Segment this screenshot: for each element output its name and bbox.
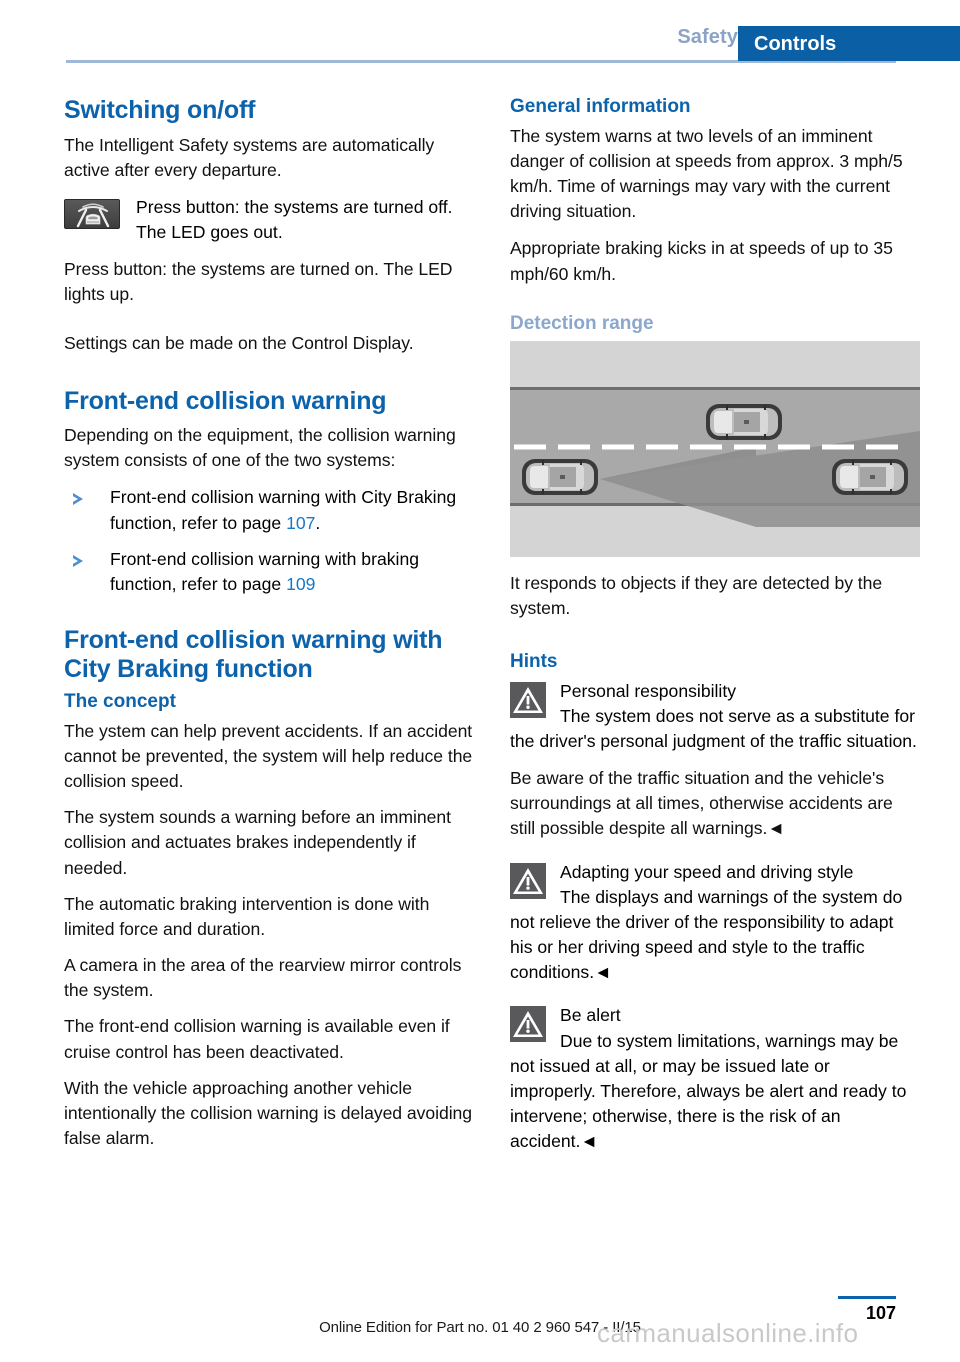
paragraph-concept-3: The automatic braking intervention is do…: [64, 893, 430, 939]
list-item: Front-end collision warning with braking…: [64, 547, 474, 597]
warning-title: Adapting your speed and driving style: [560, 861, 854, 882]
collision-warning-systems-list: Front-end collision warning with City Br…: [64, 485, 474, 597]
page-reference-link[interactable]: 109: [286, 574, 315, 594]
page-number-rule: [838, 1296, 896, 1299]
list-item-text-after: .: [315, 512, 321, 533]
warning-body-first: The displays and warnings of the system …: [510, 886, 903, 983]
left-column: Switching on/off The Intelligent Safety …: [64, 96, 474, 1162]
header-tab-safety[interactable]: Safety: [677, 26, 738, 49]
paragraph-responds-to-objects: It responds to objects if they are detec…: [510, 572, 883, 618]
warning-triangle-icon: [510, 862, 546, 899]
footer-edition-text: Online Edition for Part no. 01 40 2 960 …: [319, 1319, 641, 1336]
paragraph-concept-2: The system sounds a warning before an im…: [64, 807, 451, 878]
warning-block-be-alert: Be alert Due to system limitations, warn…: [510, 1003, 920, 1154]
warning-block-adapting-speed: Adapting your speed and driving style Th…: [510, 860, 920, 986]
list-item-text-before: Front-end collision warning with City Br…: [110, 487, 457, 533]
subheading-the-concept: The concept: [64, 691, 176, 713]
heading-switching-on-off: Switching on/off: [64, 96, 256, 124]
list-item-text-before: Front-end collision warning with braking…: [110, 548, 420, 594]
paragraph-concept-6: With the vehicle approaching another veh…: [64, 1077, 473, 1149]
warning-triangle-icon: [510, 1006, 546, 1043]
warning-title: Personal responsibility: [560, 680, 737, 701]
heading-front-end-collision-warning: Front-end collision warning: [64, 386, 387, 415]
manual-page: Safety Controls Switching on/off The Int…: [0, 0, 960, 1362]
subheading-detection-range: Detection range: [510, 312, 654, 334]
paragraph-general-1: The system warns at two levels of an imm…: [510, 125, 903, 222]
paragraph-general-2: Appropriate braking kicks in at speeds o…: [510, 238, 893, 284]
warning-triangle-icon: [510, 681, 546, 718]
paragraph-button-on: Press button: the systems are turned on.…: [64, 259, 453, 305]
warning-body-second-personal-responsibility: Be aware of the traffic situation and th…: [510, 768, 893, 839]
paragraph-concept-1: The ystem can help prevent accidents. If…: [64, 720, 473, 792]
warning-body-first: Due to system limitations, warnings may …: [510, 1030, 907, 1152]
subheading-hints: Hints: [510, 650, 558, 672]
triangle-bullet-icon: [71, 493, 83, 506]
paragraph-concept-5: The front-end collision warning is avail…: [64, 1016, 450, 1062]
button-off-block: Press button: the systems are turned off…: [64, 195, 474, 245]
header-tab-controls[interactable]: Controls: [738, 26, 960, 61]
triangle-bullet-icon: [71, 554, 83, 567]
paragraph-settings-control-display: Settings can be made on the Control Disp…: [64, 333, 414, 354]
heading-general-information: General information: [510, 96, 691, 117]
paragraph-concept-4: A camera in the area of the rearview mir…: [64, 955, 462, 1001]
warning-block-personal-responsibility: Personal responsibility The system does …: [510, 679, 920, 754]
page-reference-link[interactable]: 107: [286, 513, 315, 533]
intelligent-safety-button-icon: [64, 198, 120, 229]
heading-front-end-collision-city-braking: Front-end collision warning with City Br…: [64, 626, 443, 683]
paragraph-button-off: Press button: the systems are turned off…: [136, 196, 453, 242]
warning-title: Be alert: [560, 1005, 621, 1026]
right-column: General information The system warns at …: [510, 96, 920, 1166]
header-tab-controls-label: Controls: [754, 33, 837, 55]
warning-body-first: The system does not serve as a substitut…: [510, 705, 917, 751]
page-header: Safety Controls: [0, 0, 960, 66]
list-item: Front-end collision warning with City Br…: [64, 485, 474, 535]
detection-range-illustration: [510, 340, 920, 557]
paragraph-depending-equipment: Depending on the equipment, the collisio…: [64, 425, 456, 471]
paragraph-intelligent-safety-intro: The Intelligent Safety systems are autom…: [64, 134, 435, 180]
